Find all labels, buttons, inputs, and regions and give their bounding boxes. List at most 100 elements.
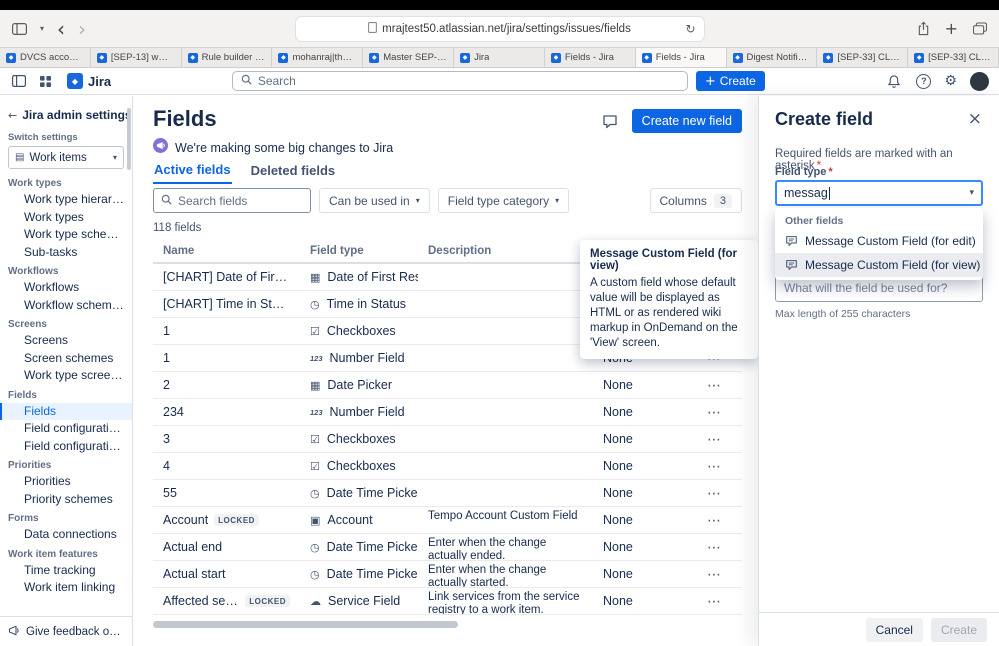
row-actions-button[interactable]	[701, 564, 727, 584]
sidebar-nav-entry[interactable]: Field configurations	[0, 420, 132, 438]
fields-search[interactable]	[153, 188, 311, 213]
jira-favicon	[732, 52, 743, 63]
sidebar-back[interactable]: Jira admin settings	[0, 106, 132, 124]
close-icon[interactable]	[963, 107, 987, 131]
table-row[interactable]: Affected services LOCKED Service Field L…	[153, 588, 742, 615]
sidebar-nav-entry[interactable]: Screens	[0, 332, 132, 350]
sidebar-nav-entry[interactable]: Sub-tasks	[0, 244, 132, 262]
dropdown-option[interactable]: Message Custom Field (for view)	[775, 253, 983, 277]
dropdown-option[interactable]: Message Custom Field (for edit)	[775, 229, 983, 253]
row-actions-button[interactable]	[701, 483, 727, 503]
sidebar-nav-entry: Screens	[8, 319, 47, 330]
browser-tab-label: [SEP-33] CLONE -...	[928, 52, 992, 63]
table-row[interactable]: 55 Date Time Picker None	[153, 480, 742, 507]
table-row[interactable]: Account LOCKED Account Tempo Account Cus…	[153, 507, 742, 534]
back-icon[interactable]	[57, 19, 65, 39]
sidebar-nav-entry[interactable]: Priority schemes	[0, 491, 132, 509]
sidebar-nav-entry[interactable]: Workflows	[0, 279, 132, 297]
row-actions-button[interactable]	[701, 510, 727, 530]
cancel-button[interactable]: Cancel	[865, 617, 923, 642]
sidebar-nav-entry[interactable]: Work type hierarchy	[0, 191, 132, 209]
create-new-field-button[interactable]: Create new field	[631, 109, 742, 133]
column-header-name[interactable]: Name	[153, 245, 300, 257]
new-tab-icon[interactable]	[945, 21, 958, 37]
horizontal-scrollbar[interactable]	[153, 621, 458, 628]
refresh-icon[interactable]	[685, 23, 695, 35]
field-type-select[interactable]: messag	[775, 180, 983, 206]
sidebar-nav-entry[interactable]: Work types	[0, 209, 132, 227]
global-search-input[interactable]	[257, 74, 679, 88]
nav-collapse-icon[interactable]	[10, 73, 28, 89]
table-row[interactable]: 4 Checkboxes None	[153, 453, 742, 480]
sidebar-toggle-icon[interactable]	[12, 22, 27, 35]
page-tab[interactable]: Active fields	[153, 162, 232, 184]
sidebar-nav-entry[interactable]: Work type schemes	[0, 226, 132, 244]
more-options-icon	[707, 594, 721, 610]
announcement-banner[interactable]: We're making some big changes to Jira	[153, 138, 393, 158]
sidebar-nav-entry[interactable]: Workflow schemes	[0, 297, 132, 315]
field-name: 2	[163, 378, 170, 392]
can-be-used-in-filter[interactable]: Can be used in	[319, 188, 430, 213]
jira-favicon	[369, 52, 380, 63]
create-button[interactable]: Create	[930, 617, 987, 642]
switch-settings-select[interactable]: Work items	[8, 146, 124, 169]
notifications-bell-icon[interactable]	[885, 72, 903, 91]
browser-tab[interactable]: Rule builder - Aut...	[181, 48, 273, 67]
row-actions-button[interactable]	[701, 429, 727, 449]
browser-tab[interactable]: Fields - Jira	[635, 48, 727, 67]
browser-tab[interactable]: Master SEP-13 tes...	[363, 48, 455, 67]
clock-icon	[310, 541, 320, 554]
column-header-description[interactable]: Description	[418, 245, 593, 257]
jira-logo[interactable]: Jira	[67, 73, 111, 89]
sidebar-feedback[interactable]: Give feedback on the n...	[0, 616, 132, 646]
sidebar-nav-entry[interactable]: Work type screen sch...	[0, 367, 132, 385]
feedback-comment-icon[interactable]	[600, 112, 620, 131]
row-actions-button[interactable]	[701, 375, 727, 395]
more-options-icon	[707, 432, 721, 448]
tab-overview-icon[interactable]	[973, 22, 987, 35]
sidebar-nav-entry[interactable]: Field configuration sc...	[0, 438, 132, 456]
sidebar-nav-entry[interactable]: Work item linking	[0, 579, 132, 597]
fields-search-input[interactable]	[178, 193, 303, 208]
table-row[interactable]: Actual end Date Time Picker Enter when t…	[153, 534, 742, 561]
share-icon[interactable]	[917, 21, 930, 36]
column-header-field-type[interactable]: Field type	[300, 245, 418, 257]
global-search[interactable]	[231, 71, 688, 91]
sidebar-nav-entry[interactable]: Priorities	[0, 473, 132, 491]
browser-tab[interactable]: [SEP-13] ww - Jira	[90, 48, 182, 67]
sidebar-scrollbar[interactable]	[127, 108, 131, 170]
app-switcher-icon[interactable]	[38, 74, 53, 89]
row-actions-button[interactable]	[701, 402, 727, 422]
table-row[interactable]: 3 Checkboxes None	[153, 426, 742, 453]
browser-tab[interactable]: [SEP-33] CLONE -...	[908, 48, 999, 67]
sidebar-nav-entry[interactable]: Data connections	[0, 526, 132, 544]
more-options-icon	[707, 378, 721, 394]
row-actions-button[interactable]	[701, 591, 727, 611]
browser-tab[interactable]: [SEP-33] CLONE -...	[817, 48, 909, 67]
table-row[interactable]: Actual start Date Time Picker Enter when…	[153, 561, 742, 588]
browser-tab[interactable]: Fields - Jira	[544, 48, 636, 67]
message-field-icon	[785, 235, 798, 247]
address-bar[interactable]: mrajtest50.atlassian.net/jira/settings/i…	[294, 16, 705, 42]
chevron-down-icon[interactable]	[40, 25, 44, 33]
user-avatar[interactable]	[969, 71, 989, 91]
columns-button[interactable]: Columns 3	[649, 188, 742, 213]
help-icon[interactable]: ?	[916, 73, 932, 89]
row-actions-button[interactable]	[701, 456, 727, 476]
message-field-icon	[785, 259, 798, 271]
sidebar-nav-entry[interactable]: Fields	[0, 402, 132, 420]
field-type-input-value: messag	[784, 186, 828, 200]
row-actions-button[interactable]	[701, 537, 727, 557]
header-create-button[interactable]: Create	[695, 71, 765, 91]
sidebar-nav-entry[interactable]: Time tracking	[0, 562, 132, 580]
browser-tab[interactable]: Jira	[454, 48, 545, 67]
table-row[interactable]: 2 Date Picker None	[153, 372, 742, 399]
page-tab[interactable]: Deleted fields	[250, 162, 337, 184]
browser-tab[interactable]: mohanraj|thangam...	[272, 48, 364, 67]
field-type-category-filter[interactable]: Field type category	[437, 188, 570, 213]
browser-tab[interactable]: DVCS accounts - J...	[0, 48, 91, 67]
sidebar-nav-entry[interactable]: Screen schemes	[0, 350, 132, 368]
browser-tab[interactable]: Digest Notification...	[726, 48, 818, 67]
table-row[interactable]: 234 Number Field None	[153, 399, 742, 426]
gear-icon[interactable]	[944, 74, 957, 88]
